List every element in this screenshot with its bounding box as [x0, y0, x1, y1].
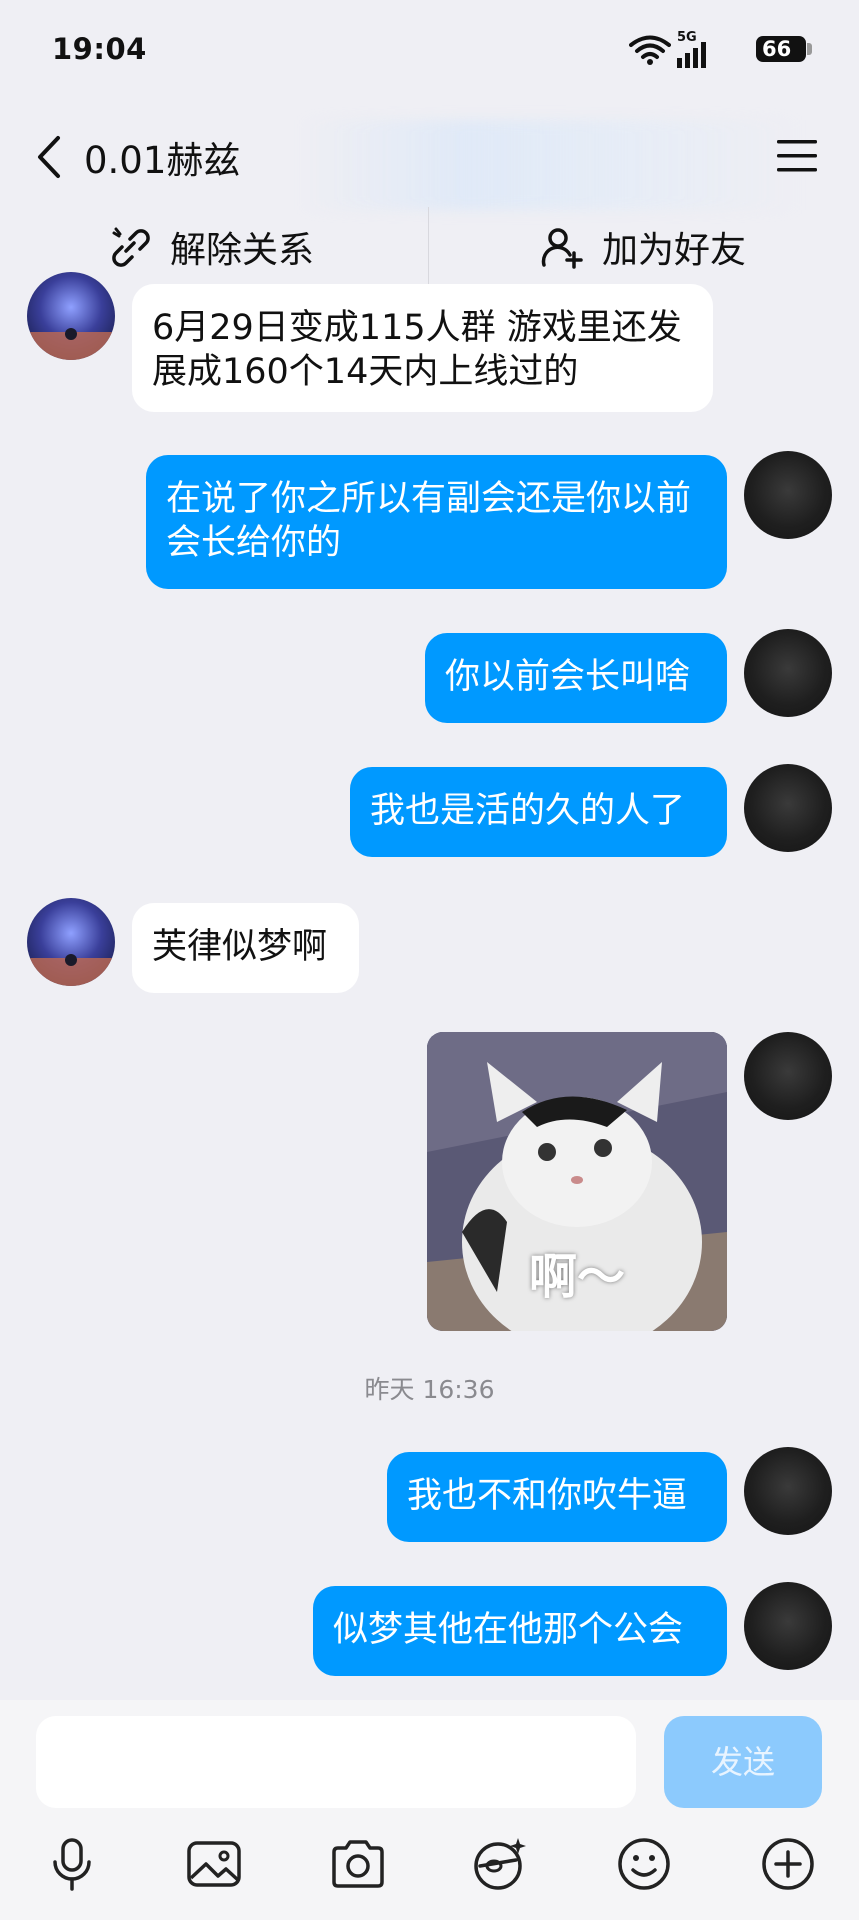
message-bubble[interactable]: 在说了你之所以有副会还是你以前会长给你的 [146, 455, 727, 589]
action-divider [428, 207, 429, 285]
battery-tail [807, 43, 812, 55]
message-bubble[interactable]: 我也是活的久的人了 [350, 767, 727, 857]
message-timestamp: 昨天 16:36 [364, 1375, 495, 1404]
broken-link-icon [112, 227, 150, 267]
status-icons: 5G 66 [629, 30, 859, 70]
message-input[interactable] [36, 1716, 636, 1808]
battery-icon: 66 [756, 36, 806, 62]
battery-level: 66 [762, 37, 792, 61]
message-bubble[interactable]: 你以前会长叫啥 [425, 633, 727, 723]
my-avatar[interactable] [744, 764, 832, 852]
image-icon[interactable] [184, 1834, 244, 1894]
add-friend-button[interactable]: 加为好友 [540, 207, 746, 287]
camera-icon[interactable] [328, 1834, 388, 1894]
microphone-icon[interactable] [42, 1834, 102, 1894]
add-user-icon [541, 228, 583, 269]
hamburger-menu-icon[interactable] [775, 134, 819, 178]
send-button[interactable]: 发送 [664, 1716, 822, 1808]
status-time: 19:04 [52, 32, 147, 66]
chevron-left-icon[interactable] [30, 132, 70, 182]
plus-circle-icon[interactable] [758, 1834, 818, 1894]
emoji-icon[interactable] [614, 1834, 674, 1894]
my-avatar[interactable] [744, 629, 832, 717]
input-area: 发送 [0, 1700, 859, 1920]
sticker-icon[interactable] [470, 1834, 530, 1894]
unlink-button[interactable]: 解除关系 [108, 207, 314, 287]
relation-action-bar: 解除关系 加为好友 [0, 207, 859, 287]
my-avatar[interactable] [744, 1582, 832, 1670]
my-avatar[interactable] [744, 1447, 832, 1535]
message-bubble[interactable]: 似梦其他在他那个公会 [313, 1586, 727, 1676]
unlink-label: 解除关系 [170, 230, 315, 271]
message-bubble[interactable]: 芙律似梦啊 [132, 903, 359, 993]
chat-title[interactable]: 0.01赫兹 [84, 130, 240, 184]
contact-avatar[interactable] [27, 898, 115, 986]
signal-icon [677, 42, 706, 68]
avatar-image [27, 272, 115, 360]
chat-header: 0.01赫兹 [0, 110, 859, 205]
avatar-image [27, 898, 115, 986]
my-avatar[interactable] [744, 1032, 832, 1120]
message-bubble[interactable]: 我也不和你吹牛逼 [387, 1452, 727, 1542]
contact-avatar[interactable] [27, 272, 115, 360]
my-avatar[interactable] [744, 451, 832, 539]
sticker-caption: 啊～ [528, 1249, 625, 1305]
cat-sticker[interactable]: 啊～ [427, 1032, 727, 1331]
message-bubble[interactable]: 6月29日变成115人群 游戏里还发展成160个14天内上线过的 [132, 284, 713, 412]
add-friend-label: 加为好友 [602, 230, 747, 271]
wifi-icon [629, 35, 671, 65]
